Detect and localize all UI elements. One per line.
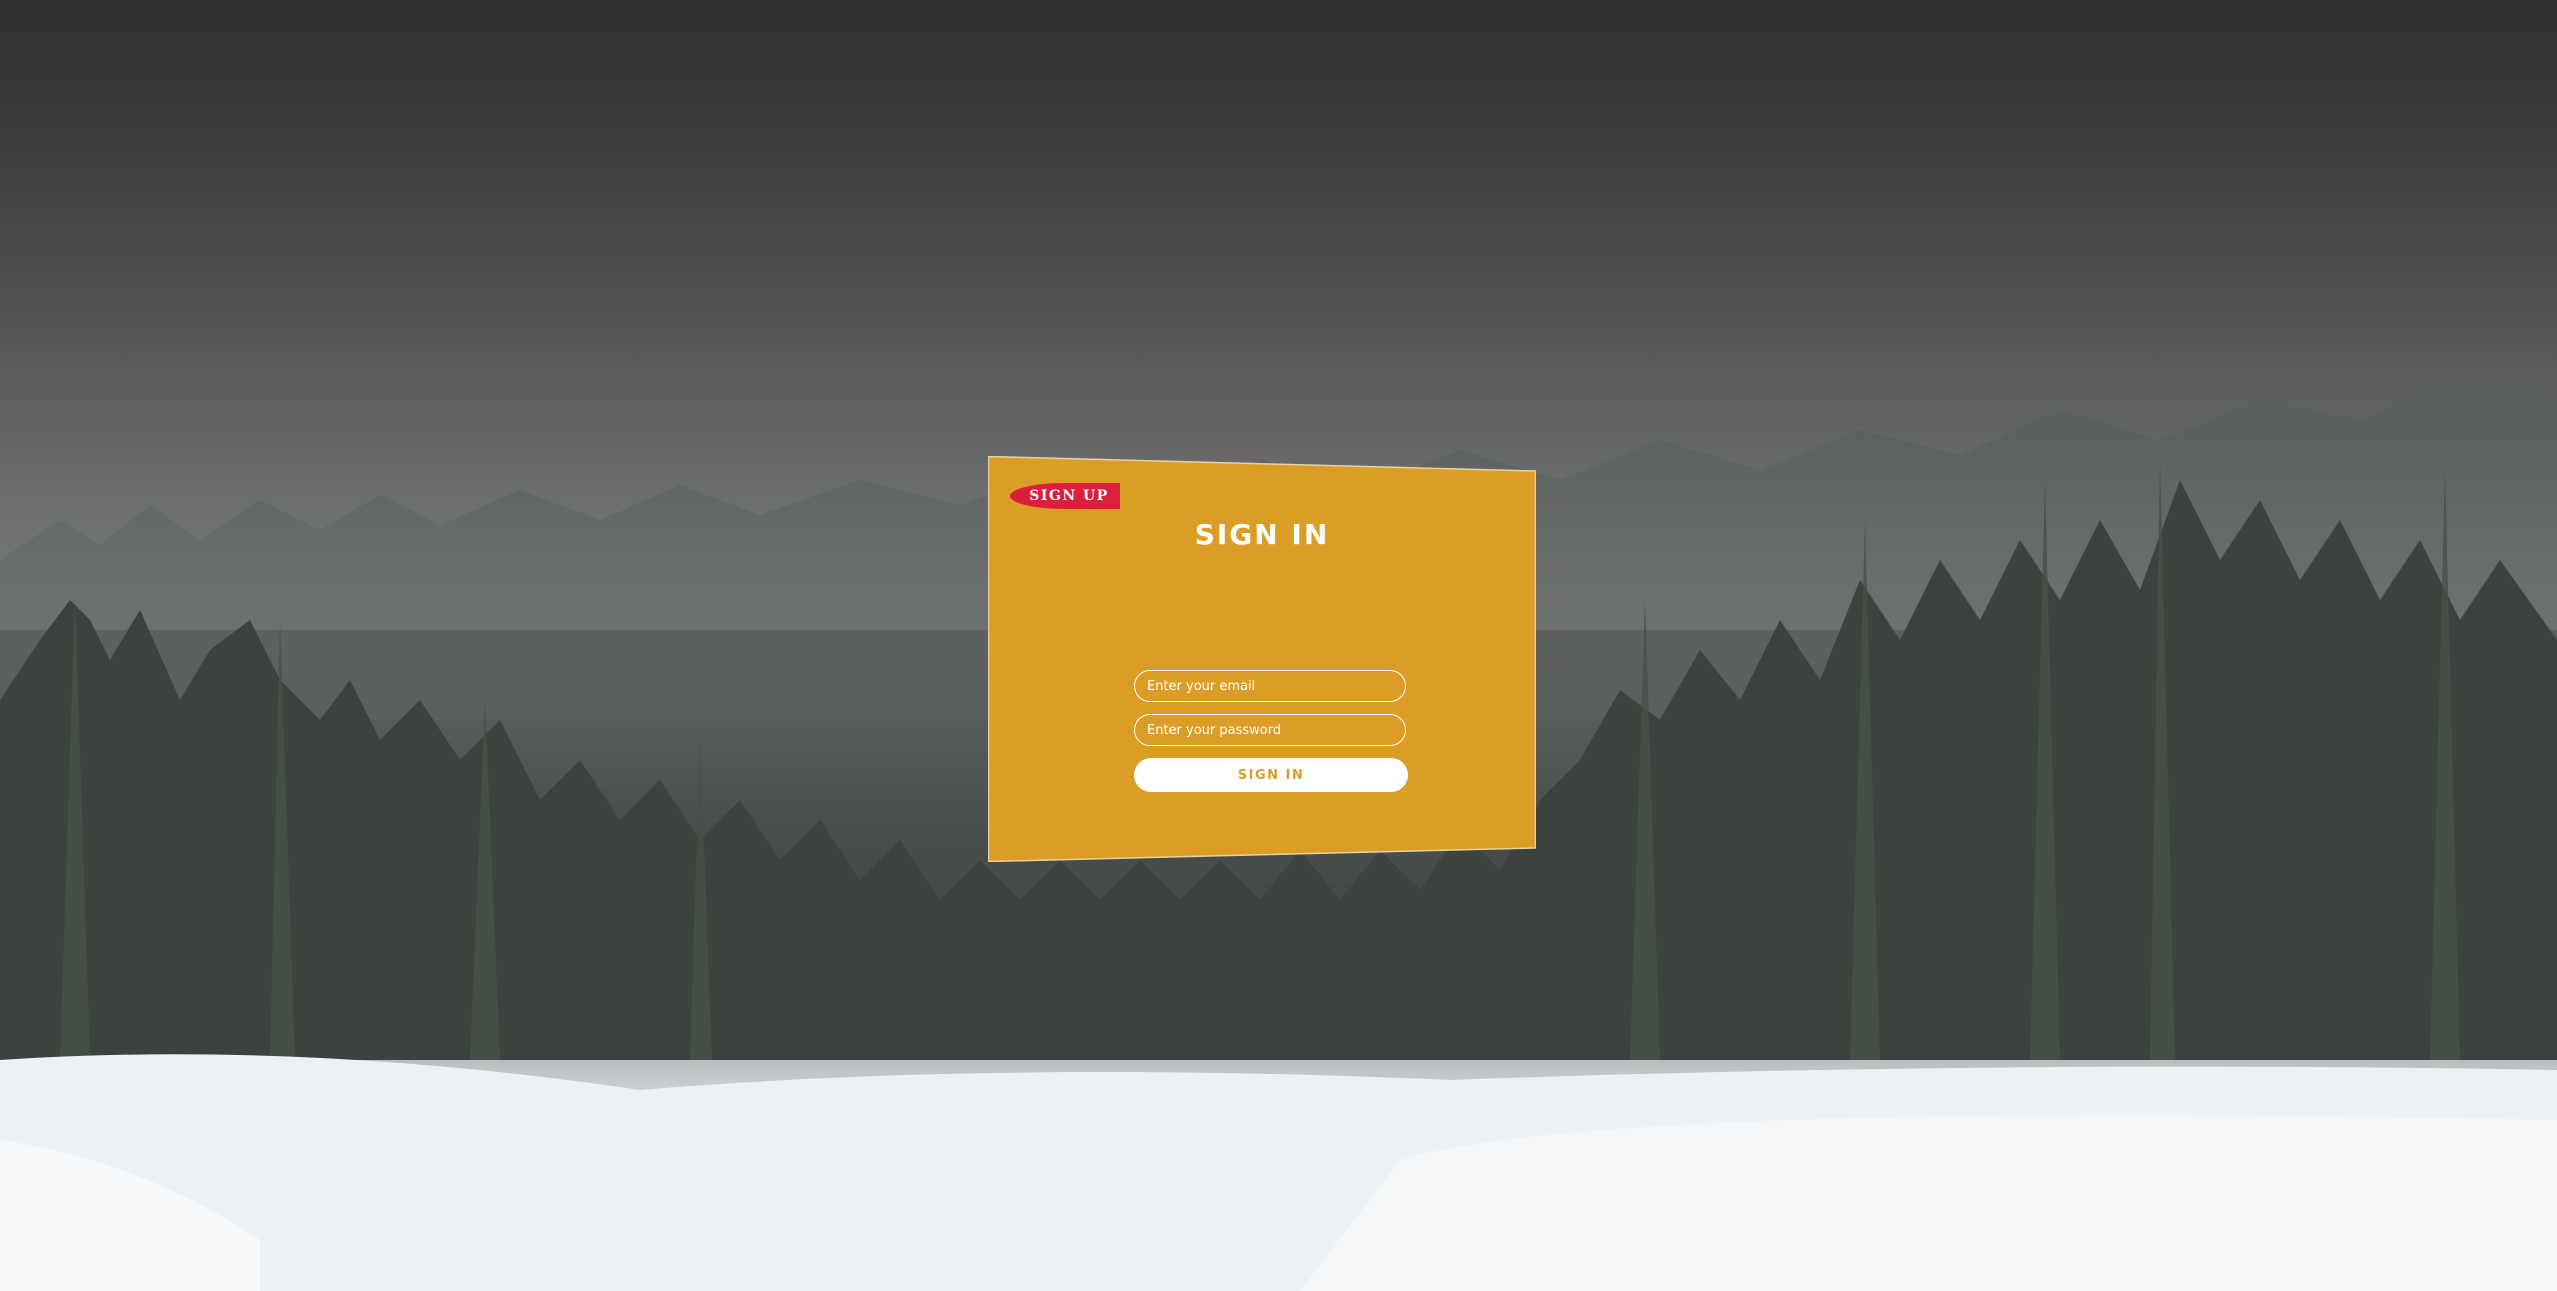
sign-in-card: SIGN UP SIGN IN SIGN IN	[988, 456, 1536, 862]
sign-up-tab[interactable]: SIGN UP	[1010, 483, 1120, 509]
email-field[interactable]	[1134, 670, 1406, 702]
page-background: SIGN UP SIGN IN SIGN IN	[0, 0, 2557, 1291]
card-panel	[988, 456, 1536, 862]
sign-in-button[interactable]: SIGN IN	[1134, 758, 1408, 792]
password-field[interactable]	[1134, 714, 1406, 746]
form-title: SIGN IN	[1194, 518, 1330, 551]
